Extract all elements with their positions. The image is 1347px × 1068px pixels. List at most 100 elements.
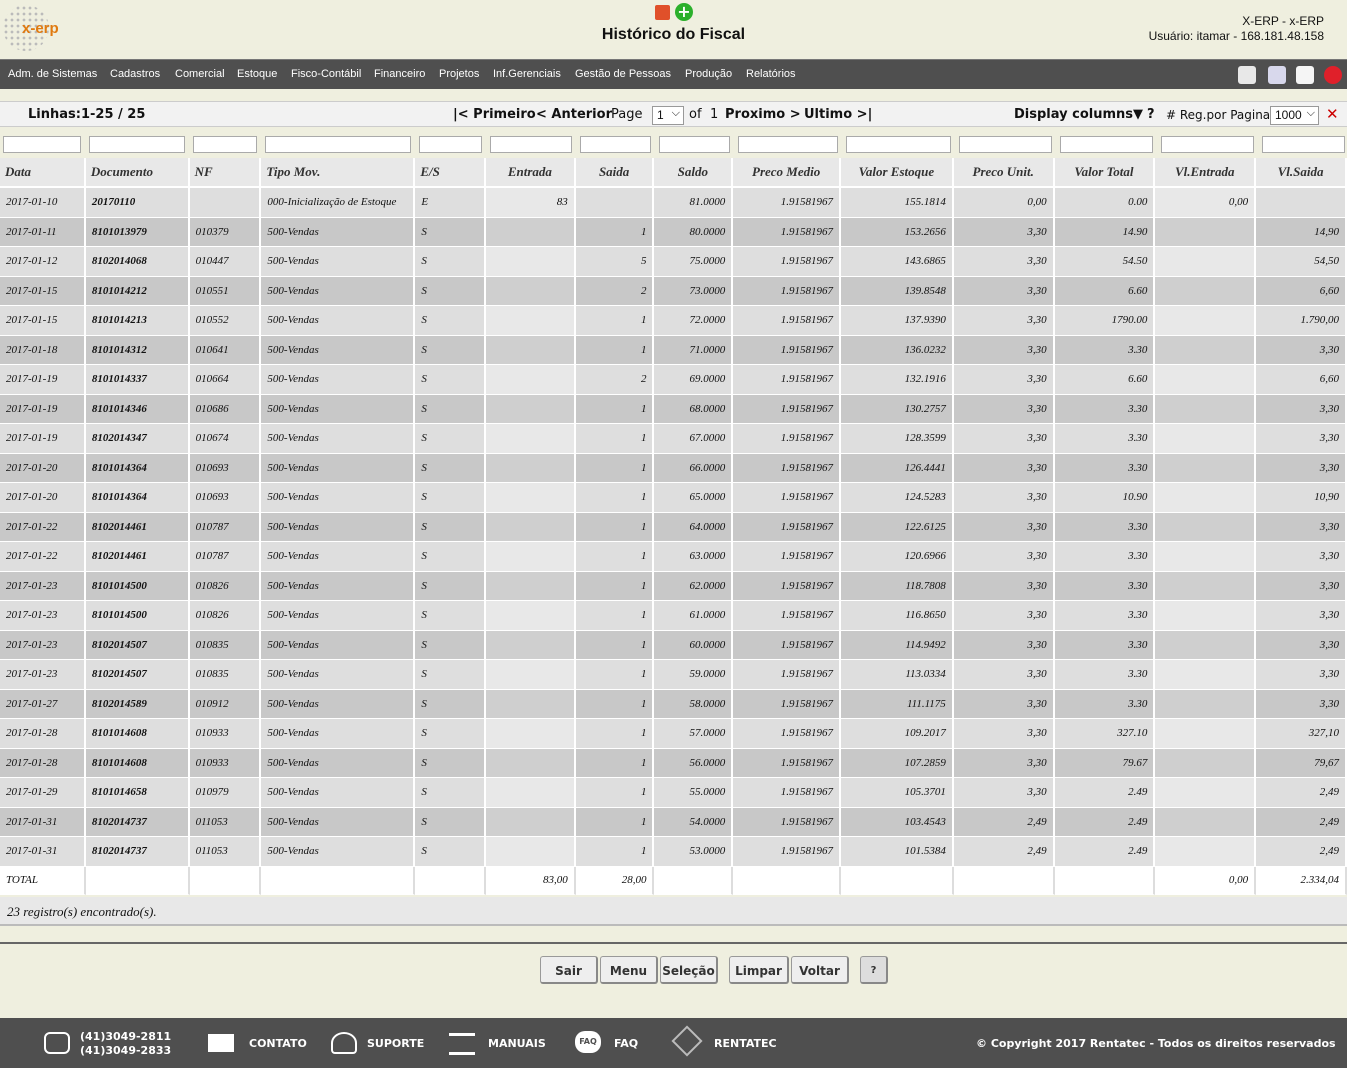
filter-es[interactable] <box>419 136 482 153</box>
table-row[interactable]: 2017-01-15 8101014213 010552 500-Vendas S 1 72… <box>0 306 1347 336</box>
selecao-button[interactable]: Seleção <box>660 956 718 984</box>
cell-data: 2017-01-23 <box>0 601 86 631</box>
filter-tipo-mov[interactable] <box>265 136 411 153</box>
column-header-nf[interactable]: NF <box>189 158 262 188</box>
cell-valor-estoque: 105.3701 <box>841 778 954 808</box>
filter-preco-unit[interactable] <box>959 136 1052 153</box>
toolbar-help-button[interactable]: ? <box>1147 107 1155 122</box>
column-header-vl-saida[interactable]: Vl.Saida <box>1256 158 1347 188</box>
table-row[interactable]: 2017-01-22 8102014461 010787 500-Vendas S 1 63… <box>0 542 1347 572</box>
column-header-entrada[interactable]: Entrada <box>486 158 576 188</box>
clear-filter-icon[interactable]: ✕ <box>1326 105 1339 123</box>
cell-documento: 8101014364 <box>85 453 190 483</box>
suporte-link[interactable]: SUPORTE <box>367 1037 424 1050</box>
cell-tipo-mov: 500-Vendas <box>261 748 416 778</box>
power-icon[interactable] <box>1324 66 1342 84</box>
table-row[interactable]: 2017-01-18 8101014312 010641 500-Vendas S 1 71… <box>0 335 1347 365</box>
filter-documento[interactable] <box>89 136 185 153</box>
column-header-tipo-mov[interactable]: Tipo Mov. <box>261 158 416 188</box>
total-vl-entrada: 0,00 <box>1155 866 1257 895</box>
faq-link[interactable]: FAQ <box>614 1037 638 1050</box>
cell-valor-estoque: 128.3599 <box>841 424 954 454</box>
column-header-documento[interactable]: Documento <box>85 158 190 188</box>
cell-valor-estoque: 101.5384 <box>841 837 954 867</box>
cell-vl-saida: 3,30 <box>1256 512 1347 542</box>
table-row[interactable]: 2017-01-23 8101014500 010826 500-Vendas S 1 62… <box>0 571 1347 601</box>
sair-button[interactable]: Sair <box>540 956 598 984</box>
column-header-preco-unit[interactable]: Preco Unit. <box>953 158 1055 188</box>
column-header-saida[interactable]: Saida <box>575 158 655 188</box>
menu-inf-gerenciais[interactable]: Inf.Gerenciais <box>493 68 561 80</box>
filter-data[interactable] <box>3 136 81 153</box>
table-row[interactable]: 2017-01-19 8101014337 010664 500-Vendas S 2 69… <box>0 365 1347 395</box>
filter-vl-saida[interactable] <box>1262 136 1345 153</box>
add-icon[interactable]: + <box>675 3 693 21</box>
page-select[interactable]: 1 <box>652 105 684 125</box>
table-row[interactable]: 2017-01-27 8102014589 010912 500-Vendas S 1 58… <box>0 689 1347 719</box>
pdf-icon[interactable] <box>655 5 670 20</box>
table-row[interactable]: 2017-01-15 8101014212 010551 500-Vendas S 2 73… <box>0 276 1347 306</box>
filter-nf[interactable] <box>193 136 257 153</box>
menu-comercial[interactable]: Comercial <box>175 68 225 80</box>
table-row[interactable]: 2017-01-28 8101014608 010933 500-Vendas S 1 57… <box>0 719 1347 749</box>
table-row[interactable]: 2017-01-31 8102014737 011053 500-Vendas S 1 53… <box>0 837 1347 867</box>
voltar-button[interactable]: Voltar <box>791 956 849 984</box>
menu-fisco-contabil[interactable]: Fisco-Contábil <box>291 68 361 80</box>
last-page-link[interactable]: Ultimo >| <box>804 107 872 122</box>
column-header-es[interactable]: E/S <box>415 158 487 188</box>
menu-producao[interactable]: Produção <box>685 68 732 80</box>
menu-relatorios[interactable]: Relatórios <box>746 68 796 80</box>
table-row[interactable]: 2017-01-31 8102014737 011053 500-Vendas S 1 54… <box>0 807 1347 837</box>
export-icon[interactable] <box>1268 66 1286 84</box>
contato-link[interactable]: CONTATO <box>249 1037 307 1050</box>
table-row[interactable]: 2017-01-28 8101014608 010933 500-Vendas S 1 56… <box>0 748 1347 778</box>
column-header-valor-estoque[interactable]: Valor Estoque <box>841 158 954 188</box>
column-header-valor-total[interactable]: Valor Total <box>1054 158 1156 188</box>
table-row[interactable]: 2017-01-23 8102014507 010835 500-Vendas S 1 59… <box>0 660 1347 690</box>
table-row[interactable]: 2017-01-10 20170110 000-Inicialização de E… <box>0 188 1347 218</box>
menu-estoque[interactable]: Estoque <box>237 68 277 80</box>
menu-projetos[interactable]: Projetos <box>439 68 479 80</box>
column-header-data[interactable]: Data <box>0 158 86 188</box>
help-button[interactable]: ? <box>860 956 888 984</box>
filter-preco-medio[interactable] <box>738 136 838 153</box>
table-row[interactable]: 2017-01-23 8102014507 010835 500-Vendas S 1 60… <box>0 630 1347 660</box>
manuais-link[interactable]: MANUAIS <box>488 1037 546 1050</box>
filter-valor-total[interactable] <box>1060 136 1153 153</box>
prev-page-link[interactable]: < Anterior <box>536 107 612 122</box>
column-header-saldo[interactable]: Saldo <box>654 158 734 188</box>
menu-button[interactable]: Menu <box>600 956 658 984</box>
cell-saida: 1 <box>575 483 655 513</box>
table-row[interactable]: 2017-01-23 8101014500 010826 500-Vendas S 1 61… <box>0 601 1347 631</box>
filter-saldo[interactable] <box>659 136 730 153</box>
column-header-preco-medio[interactable]: Preco Medio <box>733 158 842 188</box>
reg-per-page-select[interactable]: 1000 <box>1270 105 1319 125</box>
table-row[interactable]: 2017-01-11 8101013979 010379 500-Vendas S 1 80… <box>0 217 1347 247</box>
filter-vl-entrada[interactable] <box>1161 136 1254 153</box>
menu-financeiro[interactable]: Financeiro <box>374 68 425 80</box>
display-columns-button[interactable]: Display columns▼ <box>1014 107 1143 122</box>
limpar-button[interactable]: Limpar <box>729 956 789 984</box>
filter-valor-estoque[interactable] <box>846 136 951 153</box>
table-row[interactable]: 2017-01-20 8101014364 010693 500-Vendas S 1 66… <box>0 453 1347 483</box>
table-row[interactable]: 2017-01-22 8102014461 010787 500-Vendas S 1 64… <box>0 512 1347 542</box>
table-row[interactable]: 2017-01-20 8101014364 010693 500-Vendas S 1 65… <box>0 483 1347 513</box>
home-icon[interactable] <box>1238 66 1256 84</box>
rentatec-link[interactable]: RENTATEC <box>714 1037 777 1050</box>
column-header-vl-entrada[interactable]: Vl.Entrada <box>1155 158 1257 188</box>
menu-gestao-pessoas[interactable]: Gestão de Pessoas <box>575 68 671 80</box>
table-row[interactable]: 2017-01-29 8101014658 010979 500-Vendas S 1 55… <box>0 778 1347 808</box>
filter-saida[interactable] <box>580 136 651 153</box>
table-row[interactable]: 2017-01-19 8102014347 010674 500-Vendas S 1 67… <box>0 424 1347 454</box>
next-page-link[interactable]: Proximo > <box>725 107 801 122</box>
menu-cadastros[interactable]: Cadastros <box>110 68 160 80</box>
menu-adm-sistemas[interactable]: Adm. de Sistemas <box>8 68 97 80</box>
cell-preco-medio: 1.91581967 <box>733 365 842 395</box>
cell-nf: 010933 <box>189 748 262 778</box>
cell-es: S <box>415 807 487 837</box>
filter-entrada[interactable] <box>490 136 572 153</box>
first-page-link[interactable]: |< Primeiro <box>453 107 536 122</box>
table-row[interactable]: 2017-01-19 8101014346 010686 500-Vendas S 1 68… <box>0 394 1347 424</box>
print-icon[interactable] <box>1296 66 1314 84</box>
table-row[interactable]: 2017-01-12 8102014068 010447 500-Vendas S 5 75… <box>0 247 1347 277</box>
